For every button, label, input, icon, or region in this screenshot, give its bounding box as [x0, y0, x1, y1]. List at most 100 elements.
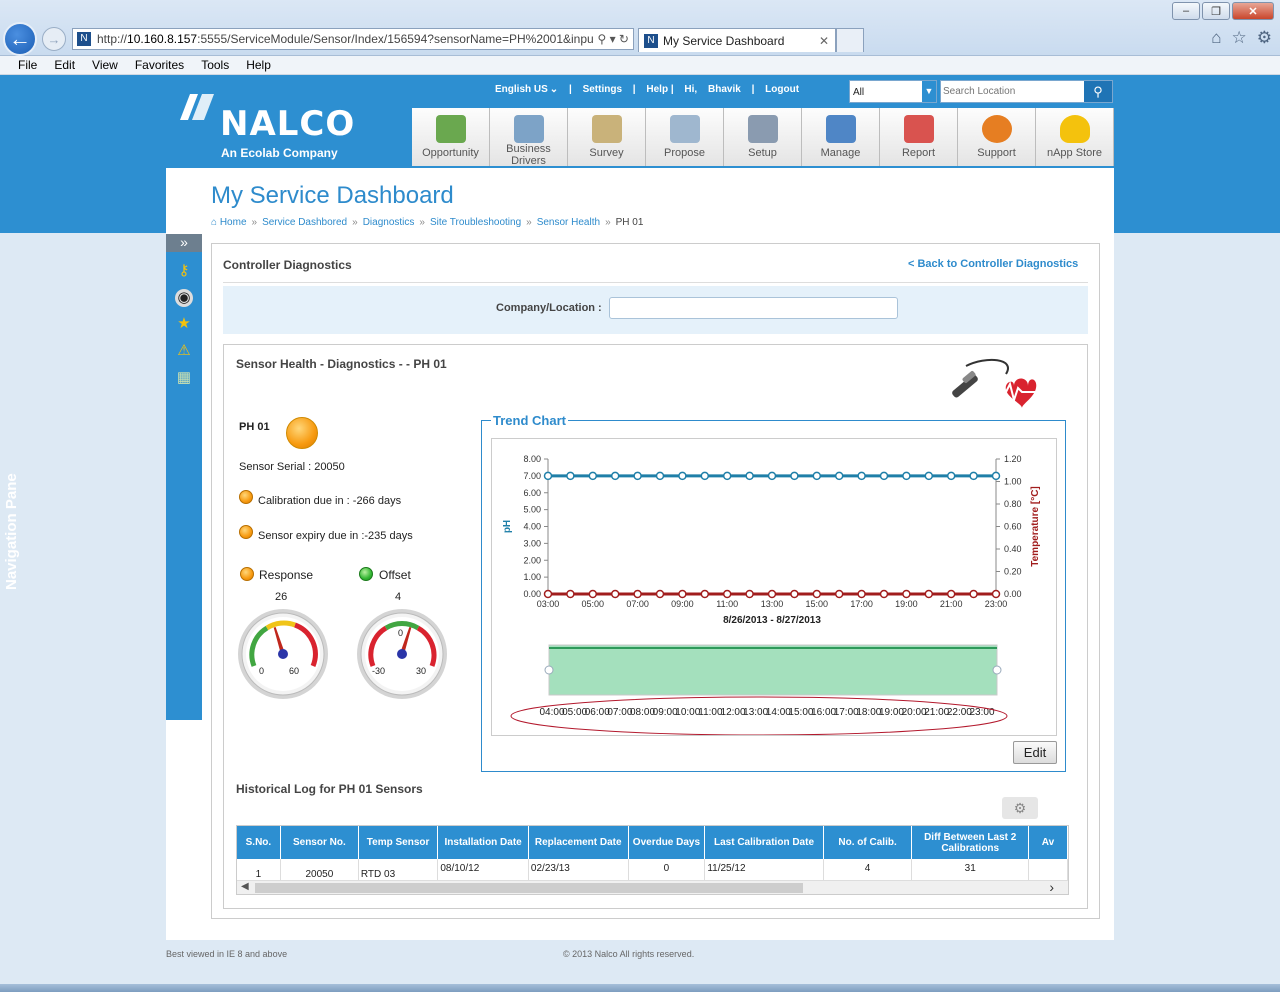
home-icon: ⌂: [211, 217, 218, 228]
column-header[interactable]: Temp Sensor: [358, 826, 439, 859]
calibration-due: Calibration due in : -266 days: [258, 495, 402, 507]
series-point-1: [700, 589, 710, 599]
tab-close-icon[interactable]: ✕: [819, 29, 829, 53]
series-point-0: [790, 471, 799, 481]
search-scope-value: All: [853, 87, 865, 98]
link-separator: |: [751, 84, 755, 95]
back-to-controller-link[interactable]: < Back to Controller Diagnostics: [908, 258, 1078, 270]
expand-chevrons-icon[interactable]: »: [166, 234, 202, 252]
nav-support[interactable]: Support: [958, 108, 1036, 166]
column-header[interactable]: Overdue Days: [628, 826, 706, 859]
building-icon[interactable]: ▦: [175, 369, 193, 387]
nav-napp-store[interactable]: nApp Store: [1036, 108, 1114, 166]
new-tab-button[interactable]: [836, 28, 864, 52]
user-name[interactable]: Bhavik: [708, 84, 741, 95]
company-location-input[interactable]: [609, 297, 898, 319]
nav-survey[interactable]: Survey: [568, 108, 646, 166]
nav-report[interactable]: Report: [880, 108, 958, 166]
browser-menubar: File Edit View Favorites Tools Help: [0, 56, 1280, 75]
navigation-pane-label[interactable]: Navigation Pane: [3, 473, 20, 590]
trend-chart[interactable]: 0.00 1.00 2.00 3.00 4.00 5.00 6.00 7.00 8.00 0.00…: [492, 439, 1056, 736]
gear-icon[interactable]: ⚙: [1257, 28, 1272, 48]
series-point-0: [633, 471, 642, 481]
logout-link[interactable]: Logout: [765, 84, 799, 95]
breadcrumb-service-dashboard[interactable]: Service Dashbored: [262, 217, 347, 228]
menu-help[interactable]: Help: [246, 56, 271, 74]
column-header[interactable]: Diff Between Last 2 Calibrations: [911, 826, 1029, 859]
scroll-thumb[interactable]: [255, 883, 803, 893]
chevron-down-icon: ⌄: [549, 84, 559, 95]
sensor-name: PH 01: [239, 421, 270, 433]
sensor-health-title: Sensor Health - Diagnostics - - PH 01: [236, 357, 447, 371]
breadcrumb-site-troubleshooting[interactable]: Site Troubleshooting: [430, 217, 521, 228]
breadcrumb-diagnostics[interactable]: Diagnostics: [363, 217, 415, 228]
search-refresh-icon[interactable]: ⚲ ▾ ↻: [597, 29, 629, 49]
forward-arrow-icon[interactable]: →: [42, 27, 66, 51]
nav-business-drivers[interactable]: Business Drivers: [490, 108, 568, 167]
column-header[interactable]: Sensor No.: [280, 826, 359, 859]
breadcrumb-home[interactable]: Home: [220, 217, 247, 228]
gauge-hub: [397, 649, 407, 659]
offset-min: -30: [372, 666, 385, 676]
help-link[interactable]: Help |: [646, 84, 673, 95]
scroll-right-icon[interactable]: ›: [1049, 879, 1054, 895]
menu-file[interactable]: File: [18, 56, 37, 74]
restore-icon[interactable]: ❐: [1202, 2, 1230, 20]
navigator-tick-label: 11:00: [698, 707, 723, 718]
y-axis-label: pH: [502, 520, 513, 533]
column-header[interactable]: No. of Calib.: [823, 826, 913, 859]
breadcrumb-separator: »: [526, 217, 532, 228]
home-icon[interactable]: ⌂: [1211, 28, 1221, 48]
edit-button[interactable]: Edit: [1013, 741, 1057, 764]
menu-tools[interactable]: Tools: [201, 56, 229, 74]
column-header[interactable]: Last Calibration Date: [704, 826, 824, 859]
breadcrumb-separator: »: [419, 217, 425, 228]
series-point-0: [924, 471, 934, 481]
gear-icon[interactable]: ⚙: [1002, 797, 1038, 819]
breadcrumb-sensor-health[interactable]: Sensor Health: [537, 217, 600, 228]
column-header[interactable]: Replacement Date: [528, 826, 629, 859]
nav-setup[interactable]: Setup: [724, 108, 802, 166]
navigator-tick-label: 20:00: [902, 707, 927, 718]
nav-propose[interactable]: Propose: [646, 108, 724, 166]
browser-tab[interactable]: N My Service Dashboard ✕: [638, 28, 836, 52]
clipboard-icon: [592, 115, 622, 143]
horizontal-scrollbar[interactable]: ◀ ›: [237, 879, 1068, 895]
column-header[interactable]: S.No.: [237, 826, 281, 859]
menu-edit[interactable]: Edit: [54, 56, 75, 74]
series-point-0: [991, 471, 1001, 481]
column-header[interactable]: Av: [1028, 826, 1068, 859]
close-icon[interactable]: ✕: [1232, 2, 1274, 20]
language-select[interactable]: English US: [495, 84, 548, 95]
x-tick-label: 17:00: [850, 599, 873, 609]
response-value: 26: [275, 591, 288, 603]
back-arrow-icon[interactable]: ←: [3, 22, 37, 56]
nav-label: Setup: [748, 147, 777, 159]
warning-icon[interactable]: ⚠: [175, 342, 193, 360]
address-bar[interactable]: N http://10.160.8.157:5555/ServiceModule…: [72, 28, 634, 50]
nav-manage[interactable]: Manage: [802, 108, 880, 166]
column-header[interactable]: Installation Date: [437, 826, 529, 859]
logo-name: NALCO: [220, 104, 356, 144]
y2-tick-label: 0.80: [1004, 499, 1022, 509]
scroll-left-icon[interactable]: ◀: [241, 881, 249, 892]
y2-tick-label: 1.00: [1004, 477, 1022, 487]
settings-link[interactable]: Settings: [583, 84, 622, 95]
menu-view[interactable]: View: [92, 56, 118, 74]
offset-status-dot: [359, 567, 373, 581]
window-controls: – ❐ ✕: [1172, 2, 1274, 20]
key-icon[interactable]: ⚷: [175, 262, 193, 280]
page-title: My Service Dashboard: [211, 182, 454, 209]
star-icon[interactable]: ★: [175, 315, 193, 333]
target-icon[interactable]: ◉: [175, 289, 193, 307]
menu-favorites[interactable]: Favorites: [135, 56, 184, 74]
search-icon[interactable]: ⚲: [1084, 81, 1112, 102]
favorites-star-icon[interactable]: ☆: [1232, 28, 1247, 48]
search-input[interactable]: [941, 81, 1081, 102]
table-header-row: S.No. Sensor No. Temp Sensor Installation D…: [237, 826, 1068, 859]
breadcrumb-separator: »: [605, 217, 611, 228]
nav-opportunity[interactable]: Opportunity: [412, 108, 490, 166]
search-scope-select[interactable]: All ▼: [849, 80, 937, 103]
site-favicon-icon: N: [77, 32, 91, 46]
minimize-icon[interactable]: –: [1172, 2, 1200, 20]
